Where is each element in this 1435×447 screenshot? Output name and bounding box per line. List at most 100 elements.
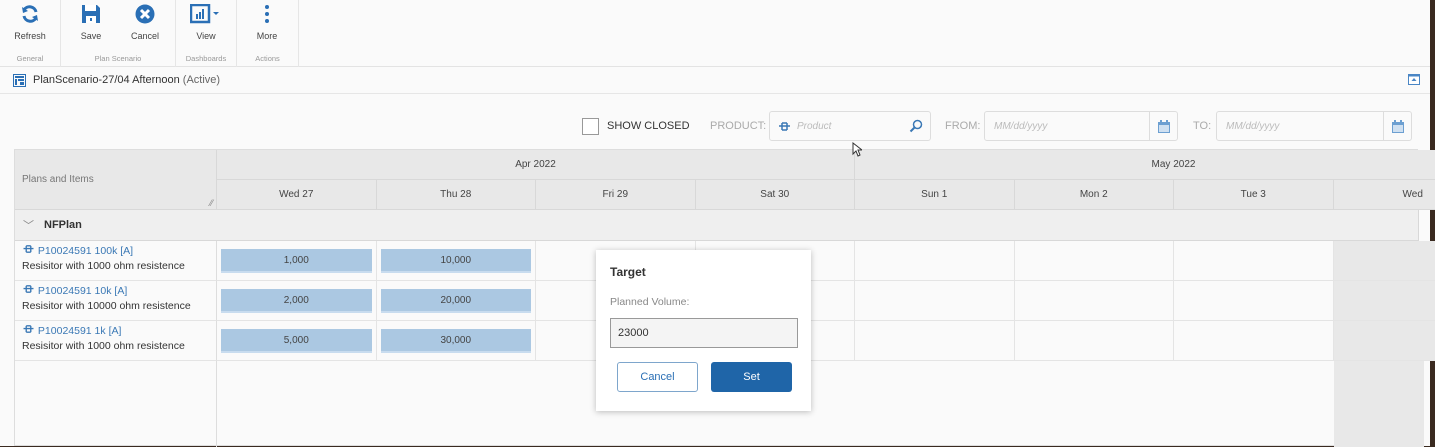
day-header: Thu 28 <box>377 180 537 210</box>
product-icon <box>22 324 35 334</box>
day-header: Sat 30 <box>696 180 856 210</box>
page: Refresh General Save Cancel Plan Scenari… <box>0 0 1430 446</box>
search-icon[interactable] <box>909 119 923 133</box>
to-date-input[interactable]: MM/dd/yyyy <box>1216 111 1412 141</box>
cancel-button[interactable]: Cancel <box>120 2 170 41</box>
item-column-filler <box>15 361 217 447</box>
day-header: Tue 3 <box>1174 180 1334 210</box>
grid-cell[interactable] <box>1015 281 1175 321</box>
refresh-label: Refresh <box>5 31 55 41</box>
item-link[interactable]: P10024591 100k [A] <box>22 244 216 257</box>
from-date-input[interactable]: MM/dd/yyyy <box>984 111 1178 141</box>
group-label: Actions <box>237 54 298 63</box>
day-header: Sun 1 <box>855 180 1015 210</box>
volume-value[interactable]: 10,000 <box>381 249 532 273</box>
grid-cell[interactable]: 5,000 <box>217 321 377 361</box>
save-icon <box>66 2 116 26</box>
chevron-down-icon[interactable]: ﹀ <box>23 217 34 233</box>
dialog-title: Target <box>610 265 646 279</box>
volume-value[interactable]: 1,000 <box>221 249 372 273</box>
view-button[interactable]: View <box>181 2 231 41</box>
item-link[interactable]: P10024591 10k [A] <box>22 284 216 297</box>
show-closed-label: SHOW CLOSED <box>607 120 690 132</box>
mouse-cursor-icon <box>852 142 862 157</box>
grid-cell[interactable] <box>855 241 1015 281</box>
month-label: May 2022 <box>1152 159 1196 170</box>
volume-value[interactable]: 30,000 <box>381 329 532 353</box>
planned-volume-label: Planned Volume: <box>610 296 689 308</box>
grid-cell[interactable] <box>855 321 1015 361</box>
plans-and-items-header: Plans and Items⁄⁄ <box>15 150 217 210</box>
day-header: Mon 2 <box>1015 180 1175 210</box>
grid-cell[interactable]: 20,000 <box>377 281 537 321</box>
more-button[interactable]: More <box>242 2 292 41</box>
item-row: P10024591 100k [A] Resisitor with 1000 oh… <box>15 241 217 281</box>
day-label: Sun 1 <box>921 189 947 200</box>
grid-cell[interactable] <box>1174 241 1334 281</box>
grid-cell[interactable]: 2,000 <box>217 281 377 321</box>
item-description: Resisitor with 1000 ohm resistence <box>22 260 216 272</box>
save-button[interactable]: Save <box>66 2 116 41</box>
grid-cell[interactable] <box>1334 241 1435 281</box>
day-header: Fri 29 <box>536 180 696 210</box>
planned-volume-input[interactable] <box>610 318 798 348</box>
weekend-column-filler <box>1334 361 1424 447</box>
product-label: PRODUCT: <box>710 120 766 132</box>
more-label: More <box>242 31 292 41</box>
calendar-icon[interactable] <box>1149 112 1177 140</box>
day-header: Wed <box>1334 180 1435 210</box>
group-general: Refresh General <box>0 0 61 67</box>
ribbon-toolbar: Refresh General Save Cancel Plan Scenari… <box>0 0 1430 67</box>
grid-cell[interactable] <box>1334 321 1435 361</box>
scenario-titlebar: PlanScenario-27/04 Afternoon(Active) <box>0 67 1430 94</box>
to-placeholder: MM/dd/yyyy <box>1226 121 1279 132</box>
target-dialog: Target Planned Volume: Cancel Set <box>596 250 811 411</box>
grid-cell[interactable] <box>1174 321 1334 361</box>
volume-value[interactable]: 5,000 <box>221 329 372 353</box>
grid-cell[interactable]: 10,000 <box>377 241 537 281</box>
group-actions: More Actions <box>237 0 299 67</box>
popout-icon[interactable] <box>1408 74 1420 85</box>
grid-cell[interactable] <box>1174 281 1334 321</box>
volume-value[interactable]: 2,000 <box>221 289 372 313</box>
plan-name: NFPlan <box>44 219 82 231</box>
item-row: P10024591 10k [A]Resisitor with 10000 oh… <box>15 281 217 321</box>
dialog-set-button[interactable]: Set <box>711 362 792 392</box>
month-header: Apr 2022 <box>217 150 855 180</box>
month-header: May 2022 <box>855 150 1435 180</box>
refresh-button[interactable]: Refresh <box>5 2 55 41</box>
save-label: Save <box>66 31 116 41</box>
show-closed-checkbox[interactable] <box>582 118 599 135</box>
cancel-icon <box>120 2 170 26</box>
product-input[interactable]: Product <box>769 111 931 141</box>
plan-row-nfplan[interactable]: ﹀ NFPlan <box>15 210 1419 241</box>
day-label: Wed <box>1403 189 1423 200</box>
grid-cell[interactable] <box>855 281 1015 321</box>
filter-bar: SHOW CLOSED PRODUCT: Product FROM: MM/dd… <box>0 111 1430 141</box>
more-icon <box>242 2 292 26</box>
from-placeholder: MM/dd/yyyy <box>994 121 1047 132</box>
calendar-icon[interactable] <box>1383 112 1411 140</box>
refresh-icon <box>5 2 55 26</box>
group-dashboards: View Dashboards <box>176 0 237 67</box>
day-label: Thu 28 <box>440 189 471 200</box>
grid-cell[interactable]: 1,000 <box>217 241 377 281</box>
grid-cell[interactable] <box>1015 321 1175 361</box>
volume-value[interactable]: 20,000 <box>381 289 532 313</box>
product-icon <box>22 244 35 254</box>
plan-scenario-icon <box>13 74 26 87</box>
item-link[interactable]: P10024591 1k [A] <box>22 324 216 337</box>
group-label: Dashboards <box>176 54 236 63</box>
product-icon <box>22 284 35 294</box>
from-label: FROM: <box>945 120 980 132</box>
resize-handle-icon[interactable]: ⁄⁄ <box>210 198 213 208</box>
cancel-label: Cancel <box>120 31 170 41</box>
group-plan-scenario: Save Cancel Plan Scenario <box>61 0 176 67</box>
grid-cell[interactable] <box>1334 281 1435 321</box>
day-header: Wed 27 <box>217 180 377 210</box>
product-placeholder: Product <box>797 121 831 132</box>
grid-cell[interactable]: 30,000 <box>377 321 537 361</box>
to-label: TO: <box>1193 120 1211 132</box>
grid-cell[interactable] <box>1015 241 1175 281</box>
dialog-cancel-button[interactable]: Cancel <box>617 362 698 392</box>
